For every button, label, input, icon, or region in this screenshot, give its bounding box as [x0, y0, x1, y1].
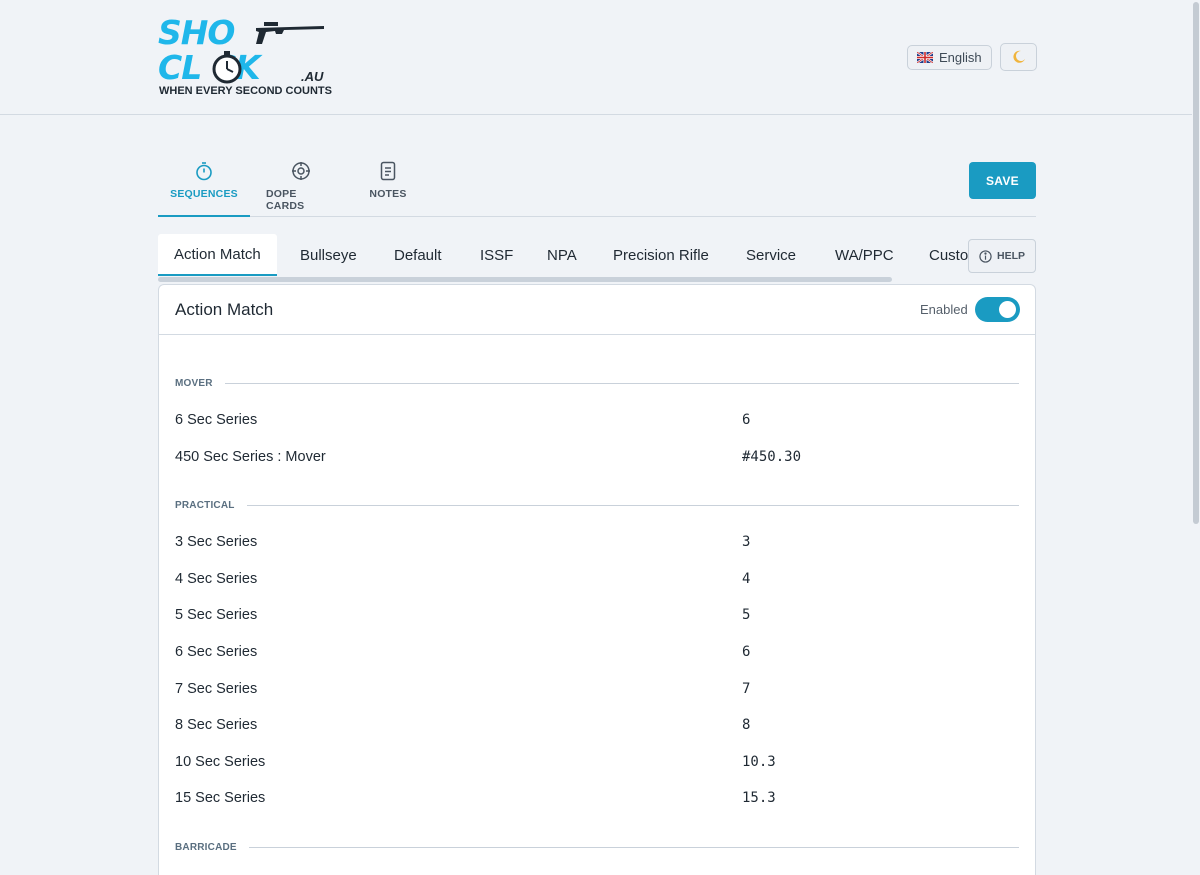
- sequence-name: 8 Sec Series: [175, 717, 258, 733]
- profile-tab-precision-rifle[interactable]: Precision Rifle: [613, 234, 709, 276]
- sequence-row[interactable]: 15 Sec Series 15.3: [175, 790, 1019, 812]
- sequence-value: 3: [742, 534, 751, 550]
- section-divider: [224, 383, 1019, 384]
- sequence-value: 15.3: [742, 790, 776, 806]
- notes-icon: [380, 161, 396, 181]
- sequence-name: 6 Sec Series: [175, 644, 258, 660]
- shotclock-logo[interactable]: SHO CL CK .AU WHEN EVERY SECOND COUNTS: [158, 13, 332, 98]
- stopwatch-icon: [196, 162, 212, 181]
- sequence-value: #450.30: [742, 449, 802, 465]
- enabled-label: Enabled: [920, 302, 968, 317]
- sequence-name: 10 Sec Series: [175, 754, 266, 770]
- sequence-value: 7: [742, 681, 751, 697]
- sequence-name: 6 Sec Series: [175, 412, 258, 428]
- theme-toggle-button[interactable]: [1000, 43, 1037, 71]
- sequence-name: 15 Sec Series: [175, 790, 266, 806]
- sequence-value: 5: [742, 607, 751, 623]
- language-selector[interactable]: English: [907, 45, 992, 70]
- sequence-row[interactable]: 7 Sec Series 7: [175, 681, 1019, 703]
- logo-line-1: SHO: [158, 13, 235, 52]
- info-icon: [979, 249, 992, 263]
- help-label: HELP: [996, 250, 1025, 262]
- profile-tab-npa[interactable]: NPA: [547, 234, 577, 276]
- stopwatch-logo-icon: [212, 51, 242, 84]
- profile-tab-service[interactable]: Service: [746, 234, 796, 276]
- logo-tagline: WHEN EVERY SECOND COUNTS: [159, 85, 332, 97]
- profile-tabs-scrollbar[interactable]: [158, 277, 892, 282]
- uk-flag-icon: [917, 52, 933, 63]
- crosshair-icon: [292, 162, 310, 180]
- page-scrollbar[interactable]: [1192, 0, 1200, 875]
- tab-label: SEQUENCES: [170, 188, 238, 200]
- sequence-row[interactable]: 6 Sec Series 6: [175, 412, 1019, 434]
- profile-tab-default[interactable]: Default: [394, 234, 442, 276]
- sequence-row[interactable]: 3 Sec Series 3: [175, 534, 1019, 556]
- section-mover: MOVER: [175, 378, 1019, 389]
- scrollbar-thumb[interactable]: [1193, 2, 1199, 524]
- sequence-value: 8: [742, 717, 751, 733]
- section-divider: [248, 847, 1019, 848]
- card-header: Action Match Enabled: [159, 285, 1035, 335]
- sequence-name: 7 Sec Series: [175, 681, 258, 697]
- rifle-icon: [256, 22, 324, 44]
- main-tabs: SEQUENCES DOPE CARDS NOTES: [158, 155, 1036, 217]
- logo-suffix: .AU: [301, 69, 324, 84]
- logo-line-2: CL CK: [158, 48, 261, 87]
- sequence-profile-card: Action Match Enabled MOVER 6 Sec Series …: [158, 284, 1036, 875]
- tab-dope-cards[interactable]: DOPE CARDS: [266, 155, 336, 217]
- profile-tab-wa-ppc[interactable]: WA/PPC: [835, 234, 894, 276]
- card-title: Action Match: [175, 300, 274, 319]
- sequence-name: 450 Sec Series : Mover: [175, 449, 326, 465]
- sequence-name: 3 Sec Series: [175, 534, 258, 550]
- section-barricade: BARRICADE: [175, 842, 1019, 853]
- sequence-name: 5 Sec Series: [175, 607, 258, 623]
- tab-notes[interactable]: NOTES: [363, 155, 413, 217]
- sequence-row[interactable]: 450 Sec Series : Mover #450.30: [175, 449, 1019, 471]
- profile-tab-custom[interactable]: Custom: [929, 234, 968, 276]
- enabled-toggle[interactable]: [975, 297, 1020, 322]
- sequence-value: 4: [742, 571, 751, 587]
- sequence-value: 6: [742, 412, 751, 428]
- section-divider: [246, 505, 1019, 506]
- sequence-row[interactable]: 8 Sec Series 8: [175, 717, 1019, 739]
- profile-tab-issf[interactable]: ISSF: [480, 234, 513, 276]
- sequence-row[interactable]: 10 Sec Series 10.3: [175, 754, 1019, 776]
- profile-tab-action-match[interactable]: Action Match: [158, 234, 277, 276]
- help-button[interactable]: HELP: [968, 239, 1036, 273]
- sequence-value: 6: [742, 644, 751, 660]
- section-practical: PRACTICAL: [175, 500, 1019, 511]
- tab-label: NOTES: [369, 188, 407, 200]
- sequence-row[interactable]: 6 Sec Series 6: [175, 644, 1019, 666]
- sequence-row[interactable]: 4 Sec Series 4: [175, 571, 1019, 593]
- tab-label: DOPE CARDS: [266, 188, 305, 212]
- tab-sequences[interactable]: SEQUENCES: [158, 155, 250, 217]
- language-label: English: [939, 50, 982, 65]
- app-header: SHO CL CK .AU WHEN EVERY SECOND COUNTS E…: [0, 0, 1200, 115]
- sequence-value: 10.3: [742, 754, 776, 770]
- sequence-name: 4 Sec Series: [175, 571, 258, 587]
- sequence-row[interactable]: 5 Sec Series 5: [175, 607, 1019, 629]
- save-button[interactable]: SAVE: [969, 162, 1036, 199]
- profile-tab-bullseye[interactable]: Bullseye: [300, 234, 357, 276]
- section-label: BARRICADE: [175, 842, 237, 853]
- moon-icon: [1012, 50, 1025, 63]
- toggle-knob: [999, 301, 1016, 318]
- section-label: MOVER: [175, 378, 213, 389]
- section-label: PRACTICAL: [175, 500, 235, 511]
